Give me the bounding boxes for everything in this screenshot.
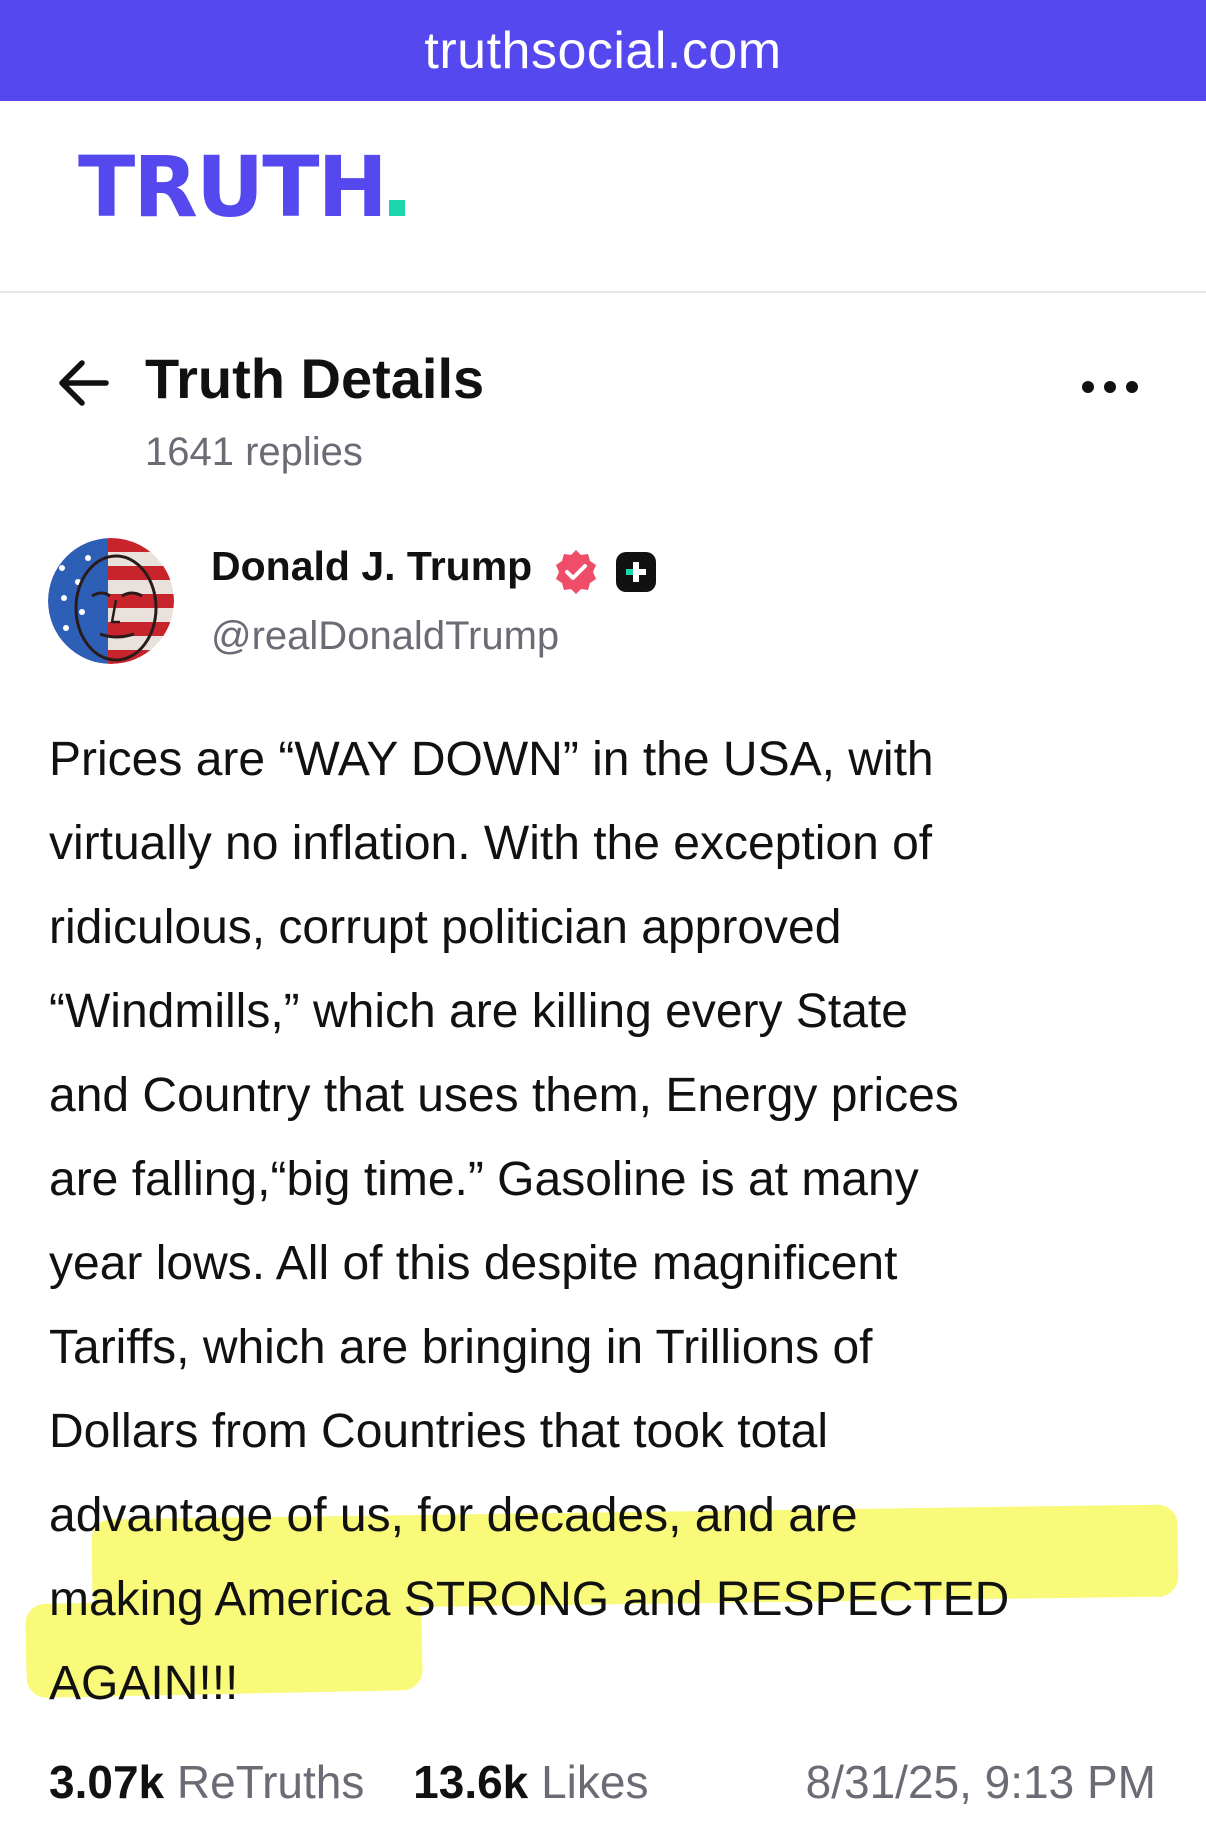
plus-badge-icon — [616, 552, 656, 592]
author-handle[interactable]: @realDonaldTrump — [211, 614, 559, 658]
page-title: Truth Details — [145, 347, 485, 410]
post-line: and Country that uses them, Energy price… — [49, 1069, 959, 1122]
likes-label: Likes — [541, 1756, 649, 1808]
post-line: advantage of us, for decades, and are — [49, 1489, 858, 1542]
post-line: Prices are “WAY DOWN” in the USA, with — [49, 733, 934, 786]
post-line: are falling,“big time.” Gasoline is at m… — [49, 1153, 919, 1206]
likes-count: 13.6k — [413, 1756, 529, 1808]
post-line: Dollars from Countries that took total — [49, 1405, 828, 1458]
author-name[interactable]: Donald J. Trump — [211, 543, 532, 589]
post-line: Tariffs, which are bringing in Trillions… — [49, 1321, 873, 1374]
retruths-stat[interactable]: 3.07k ReTruths — [49, 1752, 364, 1812]
truth-logo[interactable]: TRUTH — [78, 145, 405, 229]
site-header: TRUTH — [0, 101, 1206, 293]
reply-count[interactable]: 1641 replies — [145, 430, 363, 474]
back-arrow-icon[interactable] — [56, 358, 110, 408]
likes-stat[interactable]: 13.6k Likes — [413, 1752, 648, 1812]
post-body: Prices are “WAY DOWN” in the USA, with v… — [49, 718, 1159, 1726]
verified-badge-icon — [556, 550, 596, 594]
more-options-icon[interactable] — [1080, 372, 1140, 402]
post-line: making America STRONG and RESPECTED — [49, 1573, 1010, 1626]
post-line: virtually no inflation. With the excepti… — [49, 817, 933, 870]
post-line: AGAIN!!! — [49, 1657, 239, 1710]
retruths-count: 3.07k — [49, 1756, 165, 1808]
logo-dot-icon — [388, 200, 405, 216]
post-line: ridiculous, corrupt politician approved — [49, 901, 842, 954]
url-text: truthsocial.com — [424, 21, 782, 80]
avatar[interactable] — [48, 538, 174, 664]
post-line: “Windmills,” which are killing every Sta… — [49, 985, 908, 1038]
browser-url-bar[interactable]: truthsocial.com — [0, 0, 1206, 101]
post-timestamp: 8/31/25, 9:13 PM — [805, 1756, 1156, 1808]
logo-text: TRUTH — [78, 138, 388, 236]
post-line: year lows. All of this despite magnifice… — [49, 1237, 898, 1290]
retruths-label: ReTruths — [176, 1756, 365, 1808]
